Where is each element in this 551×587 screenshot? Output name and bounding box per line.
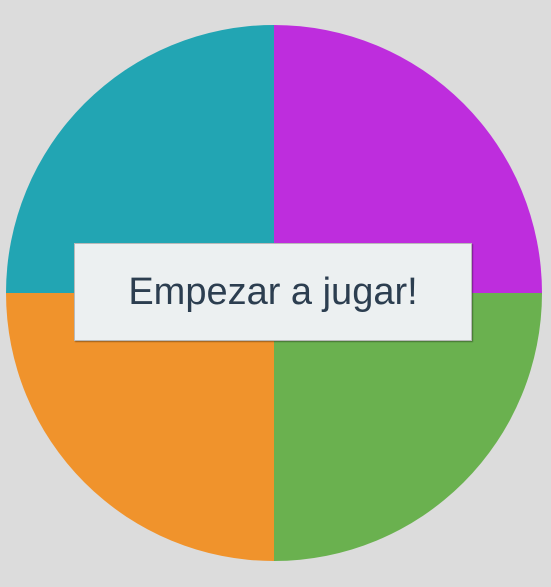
game-stage: Empezar a jugar!	[0, 0, 551, 587]
start-game-button[interactable]: Empezar a jugar!	[74, 243, 472, 341]
